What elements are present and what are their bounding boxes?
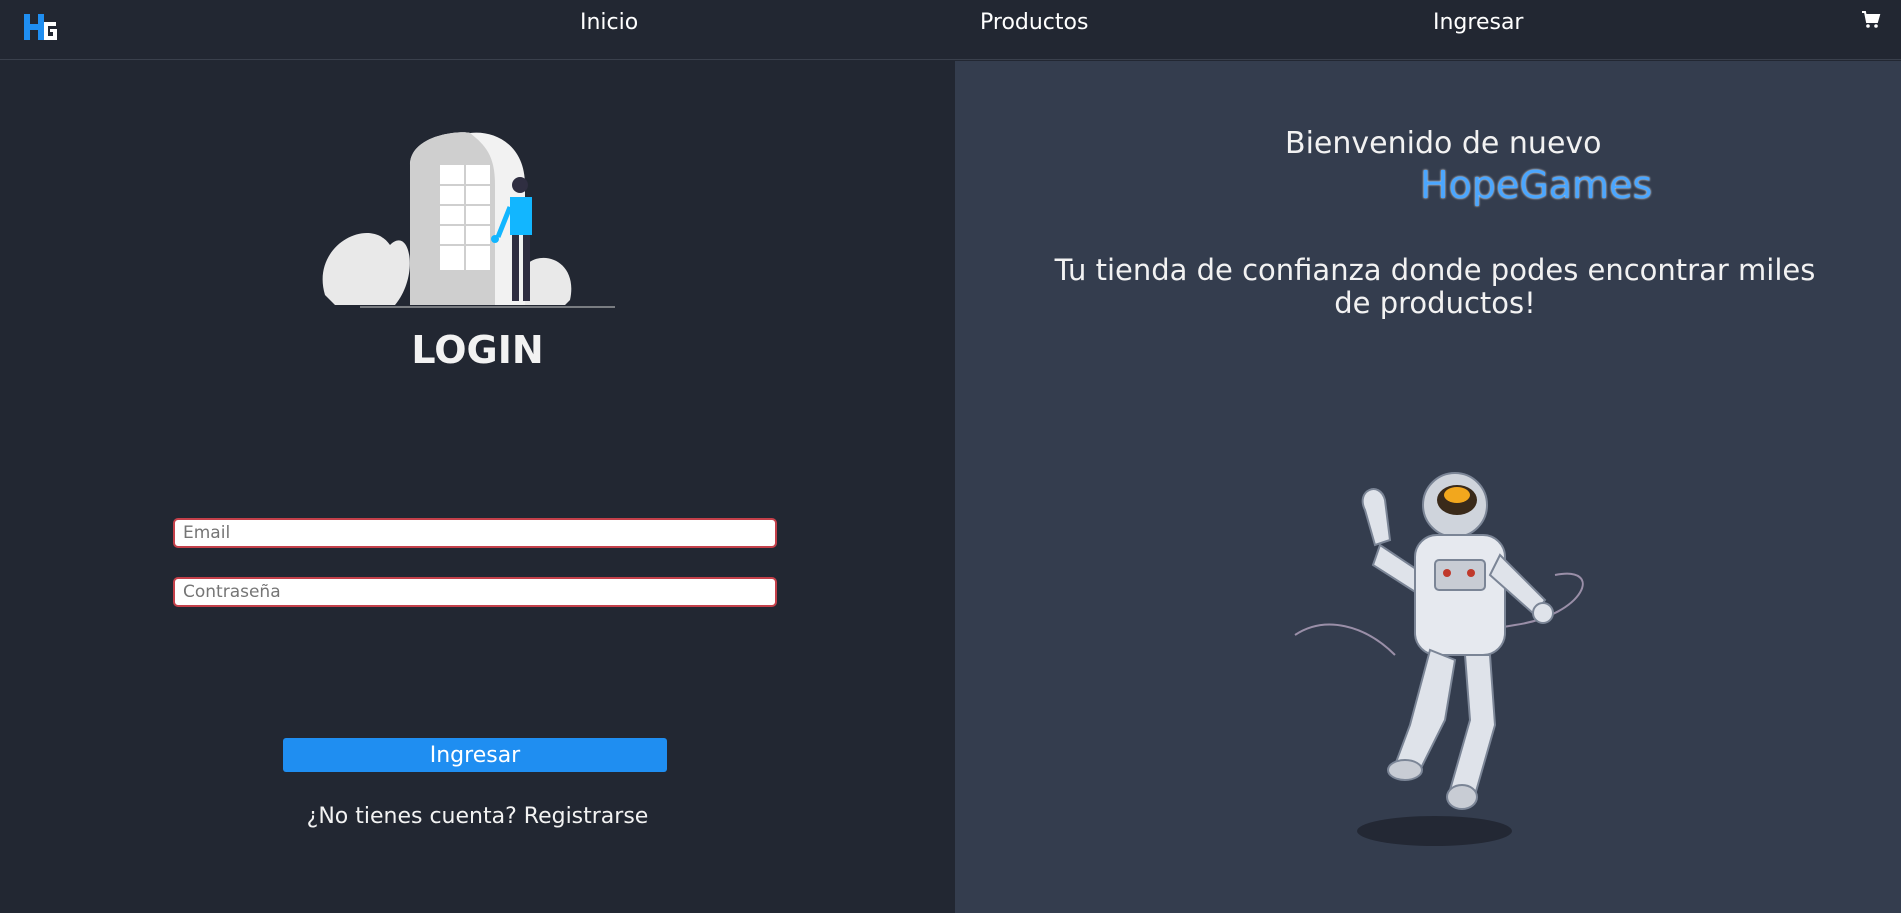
welcome-text: Bienvenido de nuevo (1285, 126, 1602, 161)
navbar: Inicio Productos Ingresar (0, 0, 1901, 60)
password-field[interactable] (173, 577, 777, 607)
login-title: LOGIN (411, 328, 544, 372)
astronaut-illustration (1294, 472, 1584, 810)
cart-icon[interactable] (1861, 10, 1881, 30)
brand-name: HopeGames (1420, 163, 1653, 207)
nav-ingresar[interactable]: Ingresar (1433, 10, 1523, 35)
nav-productos[interactable]: Productos (980, 10, 1088, 35)
tagline: Tu tienda de confianza donde podes encon… (1054, 253, 1816, 321)
door-illustration (322, 132, 615, 308)
email-field[interactable] (173, 518, 777, 548)
no-account-text: ¿No tienes cuenta? (306, 804, 517, 829)
register-link[interactable]: Registrarse (524, 804, 649, 829)
register-prompt: ¿No tienes cuenta? Registrarse (0, 804, 955, 829)
hopegames-logo[interactable] (20, 8, 60, 48)
nav-inicio[interactable]: Inicio (580, 10, 638, 35)
submit-login-button[interactable]: Ingresar (283, 738, 667, 772)
